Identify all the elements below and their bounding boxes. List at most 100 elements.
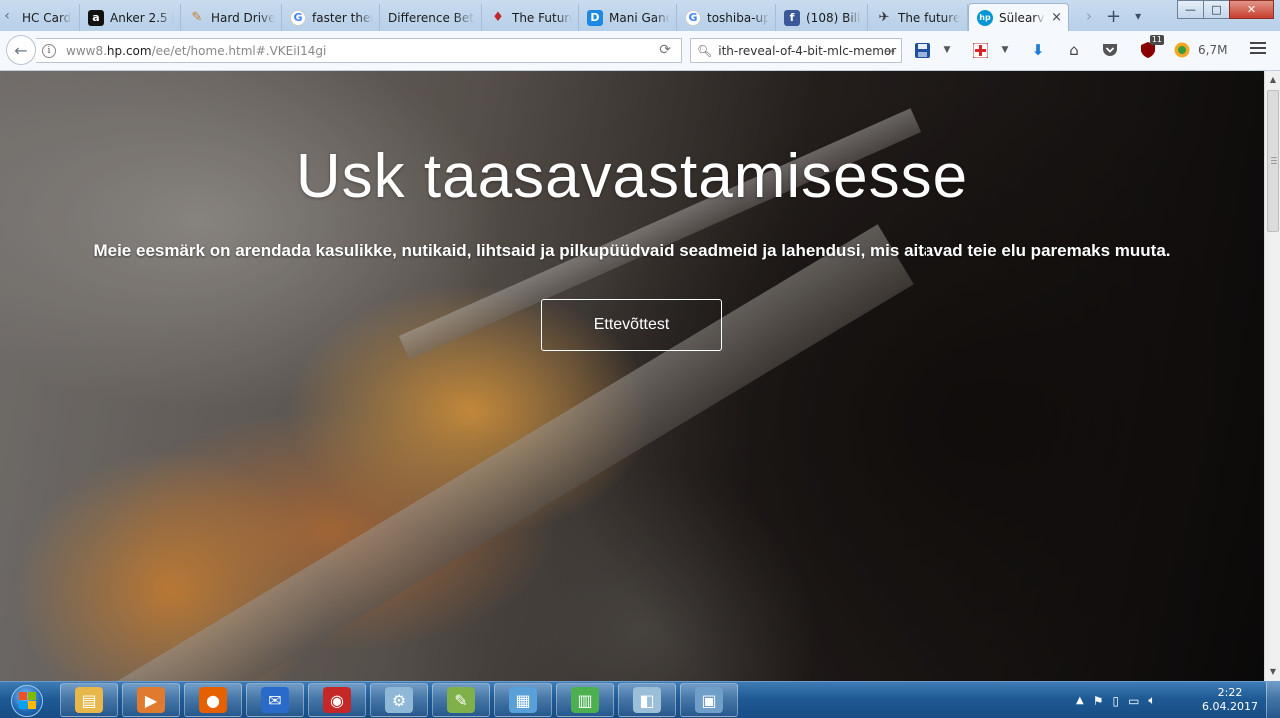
taskbar-app-button[interactable]: ◉ — [308, 683, 366, 717]
blocked-count-badge: 11 — [1149, 35, 1164, 45]
tab-list: HC Card a Anker 2.5 In ✎ Hard Drive Gfaster t… — [14, 3, 1069, 31]
tab-scroll-right-button[interactable]: › — [1086, 7, 1092, 25]
tab-controls: › + ▾ — [1086, 4, 1141, 28]
hero-title: Usk taasavastamisesse — [295, 142, 969, 211]
taskbar-app-button[interactable]: ▦ — [494, 683, 552, 717]
page-hero: Usk taasavastamisesse Meie eesmärk on ar… — [0, 71, 1264, 681]
network-icon[interactable]: ▭ — [1128, 694, 1139, 708]
hp-icon: hp — [977, 9, 993, 26]
system-clock[interactable]: 2:22 6.04.2017 — [1200, 686, 1260, 714]
windows-taskbar: ▤ ▶ ● ✉ ◉ ⚙ ✎ ▦ ▥ ◧ ▣ ▲ ⚑ ▯ ▭ 🔈︎ 2:22 6.04.2017 — [0, 681, 1280, 718]
clock-time: 2:22 — [1217, 686, 1243, 699]
browser-tab[interactable]: ✈ The future — [868, 4, 968, 31]
show-desktop-button[interactable] — [1266, 682, 1280, 718]
taskbar-app-button[interactable]: ✉ — [246, 683, 304, 717]
save-dropdown-icon[interactable]: ▼ — [940, 39, 954, 61]
start-button[interactable] — [4, 682, 50, 718]
browser-tab[interactable]: HC Card — [14, 4, 80, 31]
tab-label: HC Card — [22, 10, 72, 25]
tab-label: Difference Betw — [388, 10, 475, 25]
taskbar-app-button[interactable]: ▤ — [60, 683, 118, 717]
tab-label: The Future — [512, 10, 572, 25]
taskbar-app-button[interactable]: ⚙ — [370, 683, 428, 717]
memory-usage-text: 6,7M — [1198, 43, 1228, 57]
firefox-icon: ● — [199, 687, 227, 713]
close-window-button[interactable]: ✕ — [1229, 0, 1274, 19]
d-icon: D — [587, 9, 603, 26]
new-tab-button[interactable]: + — [1106, 6, 1121, 27]
close-tab-icon[interactable]: × — [1051, 10, 1062, 25]
addon-red-cross-icon[interactable] — [970, 39, 990, 61]
taskbar-app-button[interactable]: ▣ — [680, 683, 738, 717]
app-red-icon: ◉ — [323, 687, 351, 713]
site-info-icon[interactable]: i — [42, 43, 56, 58]
url-text: www8.hp.com/ee/et/home.html#.VKEiI14gi — [66, 44, 326, 58]
url-domain: hp.com — [106, 43, 152, 58]
browser-tab[interactable]: Difference Betw — [380, 4, 482, 31]
tab-active[interactable]: hp Sülearvu × — [968, 3, 1069, 31]
search-text: ith-reveal-of-4-bit-mlc-memor — [718, 43, 897, 58]
facebook-icon: f — [784, 9, 800, 26]
back-button[interactable]: ← — [6, 35, 36, 65]
remote-desktop-icon: ▣ — [695, 687, 723, 713]
window-controls: — □ ✕ — [1177, 0, 1274, 19]
scroll-down-arrow-icon[interactable]: ▼ — [1265, 665, 1280, 679]
about-company-button[interactable]: Ettevõttest — [541, 299, 722, 351]
memory-monitor-icon[interactable] — [1172, 39, 1192, 61]
thunderbird-icon: ✉ — [261, 687, 289, 713]
google-icon: G — [685, 9, 701, 26]
notepad-icon: ✎ — [447, 687, 475, 713]
minimize-button[interactable]: — — [1177, 0, 1204, 19]
scroll-up-arrow-icon[interactable]: ▲ — [1265, 73, 1280, 87]
tab-scroll-left-button[interactable]: ‹ — [0, 4, 14, 28]
tab-label: Sülearvu — [999, 10, 1045, 25]
save-page-icon[interactable] — [912, 39, 932, 61]
browser-tab[interactable]: D Mani Gand — [579, 4, 677, 31]
home-icon[interactable]: ⌂ — [1064, 39, 1084, 61]
reload-icon[interactable]: ⟳ — [659, 42, 671, 58]
tab-label: Anker 2.5 In — [110, 10, 174, 25]
search-bar[interactable]: 🔍︎ ith-reveal-of-4-bit-mlc-memor → — [690, 38, 902, 63]
scrollbar-grip — [1271, 157, 1277, 165]
search-icon: 🔍︎ — [697, 43, 713, 58]
utility-icon: ◧ — [633, 687, 661, 713]
power-icon[interactable]: ▯ — [1112, 694, 1119, 708]
control-panel-icon: ▦ — [509, 687, 537, 713]
browser-tab[interactable]: ♦ The Future — [482, 4, 579, 31]
media-player-icon: ▶ — [137, 687, 165, 713]
ublock-icon[interactable]: 11 — [1138, 35, 1164, 61]
downloads-icon[interactable]: ⬇ — [1028, 39, 1048, 61]
pocket-icon[interactable] — [1100, 39, 1120, 61]
amazon-icon: a — [88, 9, 104, 26]
tab-label: (108) Bill Ro — [806, 10, 861, 25]
taskbar-app-button[interactable]: ✎ — [432, 683, 490, 717]
scrollbar-thumb[interactable] — [1267, 90, 1279, 232]
taskbar-app-button[interactable]: ● — [184, 683, 242, 717]
taskbar-app-button[interactable]: ▶ — [122, 683, 180, 717]
browser-tab[interactable]: f (108) Bill Ro — [776, 4, 868, 31]
navigation-toolbar: ← i www8.hp.com/ee/et/home.html#.VKEiI14… — [0, 31, 1280, 71]
task-manager-icon: ▥ — [571, 687, 599, 713]
browser-tab[interactable]: Gtoshiba-up — [677, 4, 776, 31]
browser-tab[interactable]: Gfaster then — [282, 4, 380, 31]
maximize-button[interactable]: □ — [1203, 0, 1230, 19]
action-center-flag-icon[interactable]: ⚑ — [1093, 694, 1104, 708]
volume-icon[interactable]: 🔈︎ — [1148, 693, 1155, 708]
menu-icon[interactable] — [1250, 42, 1266, 57]
taskbar-app-button[interactable]: ◧ — [618, 683, 676, 717]
tab-strip: ‹ HC Card a Anker 2.5 In ✎ Hard Drive Gfaster… — [0, 0, 1280, 31]
addon-dropdown-icon[interactable]: ▼ — [998, 39, 1012, 61]
show-hidden-icons-button[interactable]: ▲ — [1076, 695, 1084, 706]
browser-tab[interactable]: ✎ Hard Drive — [181, 4, 282, 31]
text-cursor-icon — [924, 242, 930, 258]
url-bar[interactable]: i www8.hp.com/ee/et/home.html#.VKEiI14gi… — [36, 38, 682, 63]
vertical-scrollbar[interactable]: ▲ ▼ — [1264, 71, 1280, 681]
tab-label: Mani Gand — [609, 10, 670, 25]
tab-label: The future — [898, 10, 961, 25]
taskbar-app-button[interactable]: ▥ — [556, 683, 614, 717]
pencil-icon: ✎ — [191, 10, 203, 25]
browser-tab[interactable]: a Anker 2.5 In — [80, 4, 181, 31]
search-go-arrow-icon[interactable]: → — [885, 44, 895, 58]
url-path: /ee/et/home.html#.VKEiI14gi — [151, 43, 327, 58]
list-all-tabs-button[interactable]: ▾ — [1135, 9, 1141, 23]
